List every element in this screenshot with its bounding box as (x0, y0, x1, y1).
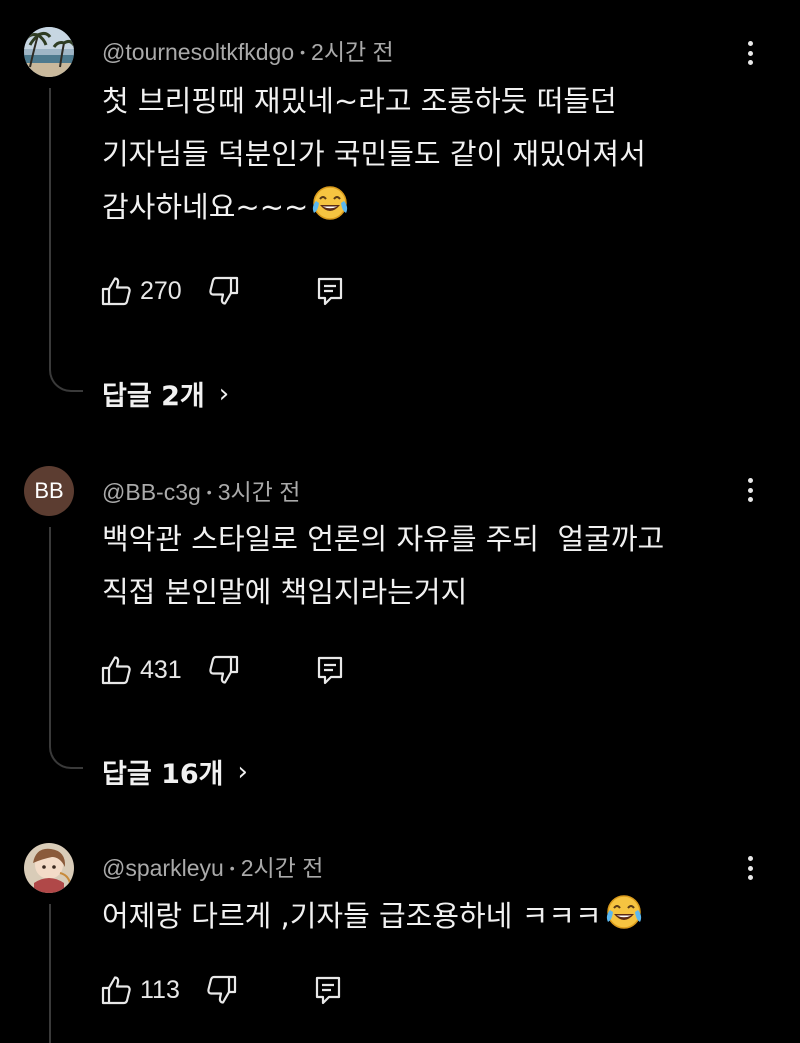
anime-avatar-icon[interactable] (24, 843, 74, 893)
comment-actions: 113 (100, 970, 344, 1010)
comment-text: 첫 브리핑때 재밌네~라고 조롱하듯 떠들던기자님들 덕분인가 국민들도 같이 … (102, 75, 742, 234)
beach-avatar-icon[interactable] (24, 27, 74, 77)
thumbs-up-icon (100, 654, 132, 686)
replies-count: 답글 2개 (102, 381, 205, 412)
thumbs-down-icon (206, 974, 238, 1006)
comment-time: 2시간 전 (240, 855, 324, 881)
comment-meta: @BB-c3g • 3시간 전 (102, 473, 300, 507)
more-vertical-icon[interactable] (738, 852, 762, 884)
more-vertical-icon[interactable] (738, 474, 762, 506)
comment-meta: @tournesoltkfkdgo • 2시간 전 (102, 33, 394, 67)
like-button[interactable]: 431 (100, 654, 182, 686)
avatar[interactable]: BB (24, 466, 74, 516)
comment-line: 기자님들 덕분인가 국민들도 같이 재밌어져서 (102, 137, 646, 171)
comment-line: 백악관 스타일로 언론의 자유를 주되 얼굴까고 (102, 522, 665, 556)
like-button[interactable]: 113 (100, 974, 180, 1006)
view-replies-link[interactable]: 답글 2개 › (102, 374, 229, 413)
thread-line (49, 527, 51, 747)
comment-text: 어제랑 다르게 ,기자들 급조용하네 ㅋㅋㅋ (102, 890, 742, 943)
reply-button[interactable] (314, 654, 346, 686)
comment-actions: 270 (100, 271, 346, 311)
comment-author[interactable]: @tournesoltkfkdgo (102, 39, 294, 65)
avatar-initials: BB (34, 478, 64, 503)
reply-button[interactable] (314, 275, 346, 307)
reply-comment-icon (314, 654, 346, 686)
view-replies-link[interactable]: 답글 16개 › (102, 752, 248, 791)
thread-line (49, 88, 51, 370)
like-button[interactable]: 270 (100, 275, 182, 307)
replies-count: 답글 16개 (102, 759, 224, 790)
comment-author[interactable]: @BB-c3g (102, 479, 201, 505)
comment-line: 어제랑 다르게 ,기자들 급조용하네 ㅋㅋㅋ (102, 899, 602, 933)
thumbs-up-icon (100, 974, 132, 1006)
like-count: 113 (140, 975, 180, 1004)
comment-line: 직접 본인말에 책임지라는거지 (102, 575, 468, 609)
reply-comment-icon (312, 974, 344, 1006)
meta-separator: • (300, 44, 306, 60)
tears-of-joy-emoji (604, 892, 644, 932)
like-count: 431 (140, 655, 182, 684)
reply-button[interactable] (312, 974, 344, 1006)
comment-time: 3시간 전 (217, 479, 301, 505)
thread-curve (49, 368, 83, 392)
thumbs-down-icon (208, 654, 240, 686)
comment-line: 첫 브리핑때 재밌네~라고 조롱하듯 떠들던 (102, 84, 617, 118)
chevron-right-icon: › (237, 756, 248, 787)
comment-line: 감사하네요~~~ (102, 190, 309, 224)
like-count: 270 (140, 276, 182, 305)
dislike-button[interactable] (208, 275, 240, 307)
thread-line (49, 904, 51, 1043)
comment-meta: @sparkleyu • 2시간 전 (102, 849, 323, 883)
thumbs-up-icon (100, 275, 132, 307)
thread-curve (49, 745, 83, 769)
comment-text: 백악관 스타일로 언론의 자유를 주되 얼굴까고직접 본인말에 책임지라는거지 (102, 513, 742, 619)
chevron-right-icon: › (218, 378, 230, 409)
dislike-button[interactable] (206, 974, 238, 1006)
reply-comment-icon (314, 275, 346, 307)
meta-separator: • (206, 484, 212, 500)
comment-time: 2시간 전 (311, 39, 394, 65)
dislike-button[interactable] (208, 654, 240, 686)
comment-author[interactable]: @sparkleyu (102, 855, 224, 881)
more-vertical-icon[interactable] (738, 37, 762, 69)
comment-actions: 431 (100, 650, 346, 690)
meta-separator: • (229, 860, 235, 876)
thumbs-down-icon (208, 275, 240, 307)
tears-of-joy-emoji (310, 183, 350, 223)
